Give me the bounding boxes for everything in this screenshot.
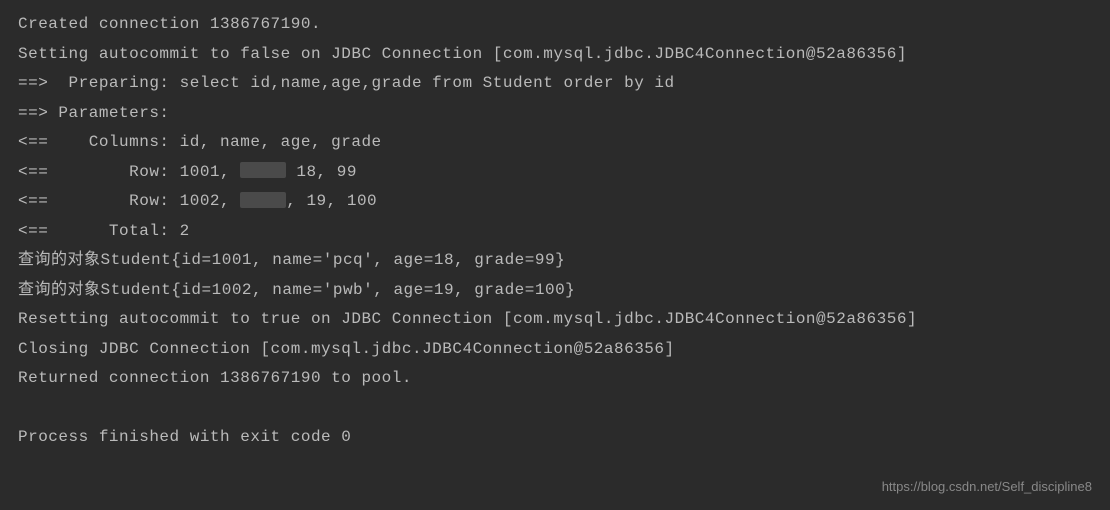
row-prefix: <== Row: 1002, (18, 192, 240, 210)
log-line-row: <== Row: 1001, 18, 99 (18, 158, 1092, 188)
log-line: Closing JDBC Connection [com.mysql.jdbc.… (18, 335, 1092, 365)
log-line-row: <== Row: 1002, , 19, 100 (18, 187, 1092, 217)
log-line: Resetting autocommit to true on JDBC Con… (18, 305, 1092, 335)
obscured-value (240, 192, 286, 208)
log-line: 查询的对象Student{id=1002, name='pwb', age=19… (18, 276, 1092, 306)
log-line: <== Columns: id, name, age, grade (18, 128, 1092, 158)
log-line: <== Total: 2 (18, 217, 1092, 247)
row-prefix: <== Row: 1001, (18, 163, 240, 181)
log-line: ==> Preparing: select id,name,age,grade … (18, 69, 1092, 99)
console-output: Created connection 1386767190. Setting a… (18, 10, 1092, 453)
process-exit-line: Process finished with exit code 0 (18, 423, 1092, 453)
log-line: Created connection 1386767190. (18, 10, 1092, 40)
row-suffix: , 19, 100 (286, 192, 377, 210)
obscured-value (240, 162, 286, 178)
log-line: 查询的对象Student{id=1001, name='pcq', age=18… (18, 246, 1092, 276)
row-suffix: 18, 99 (286, 163, 357, 181)
log-line: Setting autocommit to false on JDBC Conn… (18, 40, 1092, 70)
log-line: ==> Parameters: (18, 99, 1092, 129)
log-line: Returned connection 1386767190 to pool. (18, 364, 1092, 394)
blank-line (18, 394, 1092, 424)
watermark-text: https://blog.csdn.net/Self_discipline8 (882, 479, 1092, 494)
